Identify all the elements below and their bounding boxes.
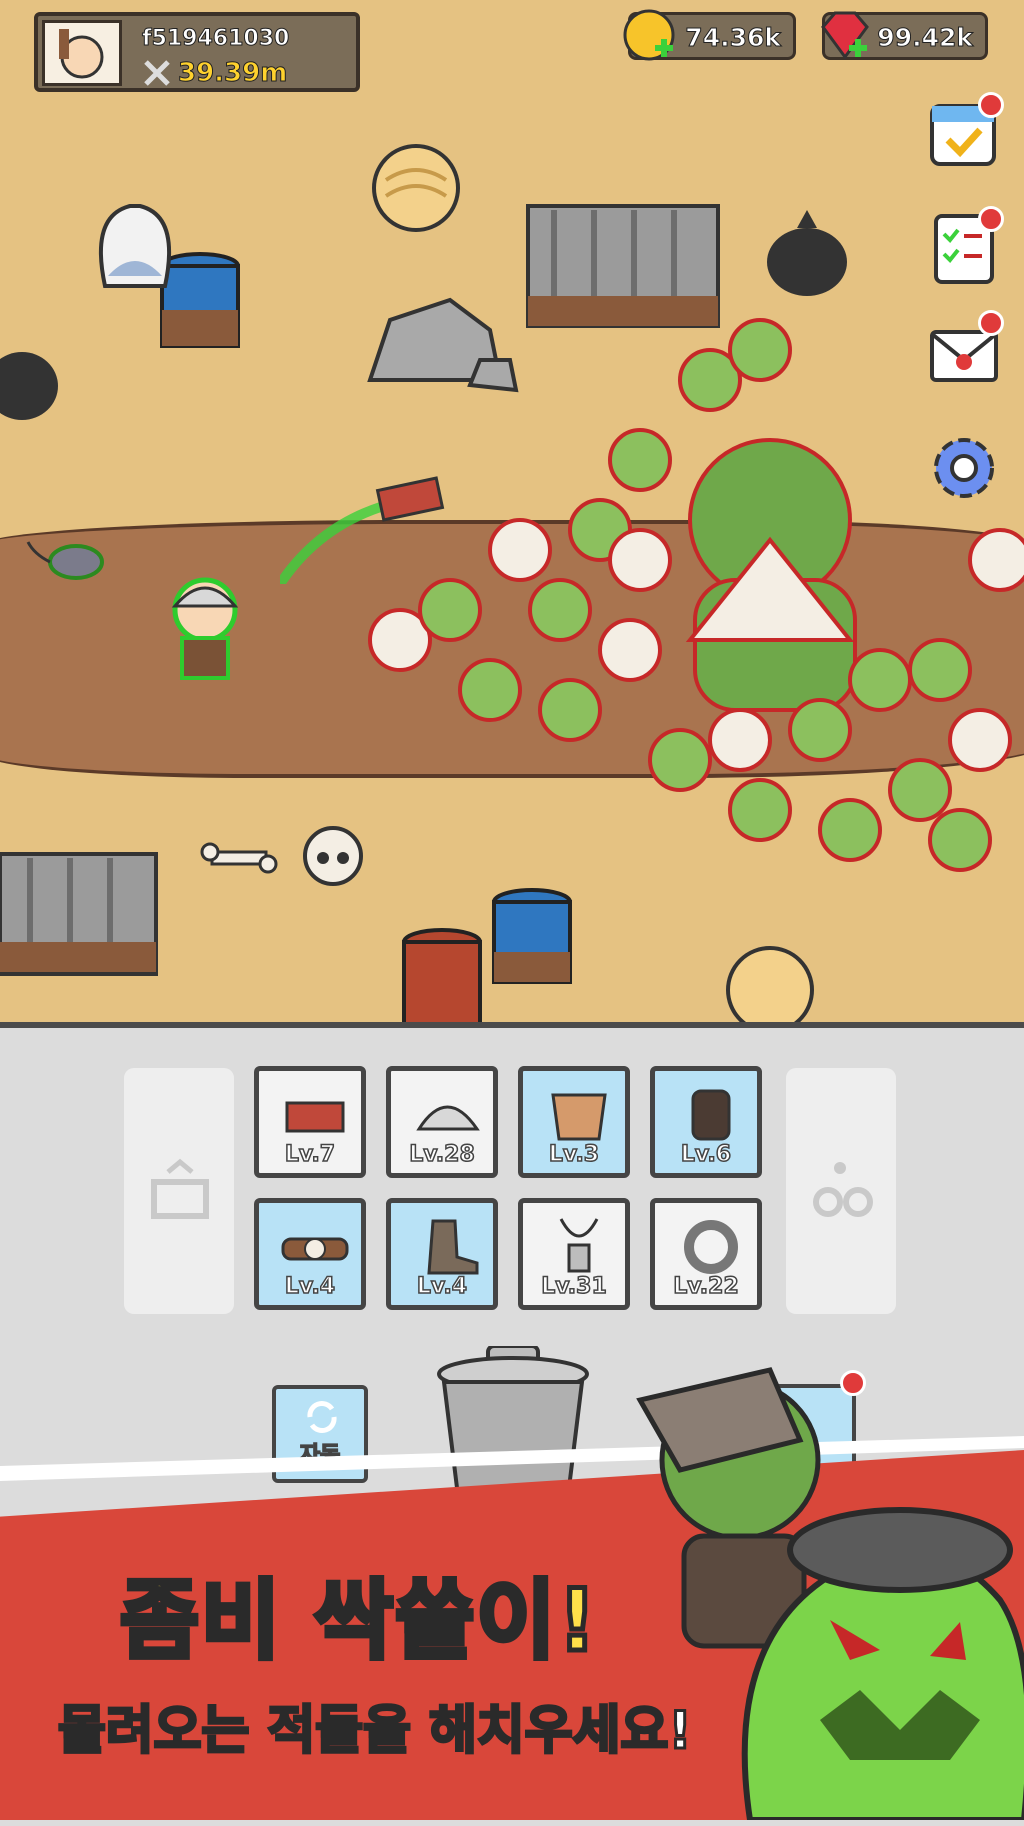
swords-icon bbox=[144, 60, 170, 86]
slot-level: Lv.6 bbox=[680, 1141, 732, 1168]
calendar-icon[interactable] bbox=[926, 92, 1004, 172]
slot-level: Lv.7 bbox=[284, 1141, 336, 1168]
trash-bag bbox=[767, 210, 847, 296]
crate-icon bbox=[151, 1158, 209, 1219]
slot-level: Lv.28 bbox=[408, 1141, 475, 1168]
coin-counter[interactable]: 74.36k bbox=[623, 9, 796, 61]
armor-icon bbox=[551, 1093, 607, 1141]
checklist-icon[interactable] bbox=[926, 206, 1004, 286]
equipment-slot-ring[interactable]: Lv.22 bbox=[650, 1198, 762, 1310]
slot-level: Lv.4 bbox=[284, 1273, 336, 1300]
helmet-icon bbox=[416, 1105, 480, 1131]
boot-icon bbox=[427, 1219, 479, 1275]
belt-icon bbox=[281, 1237, 349, 1261]
avatar[interactable] bbox=[42, 20, 122, 86]
equipment-slot-helmet[interactable]: Lv.28 bbox=[386, 1066, 498, 1178]
trash-bag bbox=[0, 352, 58, 420]
slot-level: Lv.22 bbox=[672, 1273, 739, 1300]
slot-level: Lv.3 bbox=[548, 1141, 600, 1168]
coin-icon bbox=[623, 9, 675, 61]
slot-level: Lv.4 bbox=[416, 1273, 468, 1300]
metal-fence bbox=[0, 852, 158, 976]
equipment-slot-armor[interactable]: Lv.3 bbox=[518, 1066, 630, 1178]
gem-value: 99.42k bbox=[877, 23, 974, 53]
gem-icon bbox=[821, 11, 869, 60]
hay-bale bbox=[372, 144, 460, 232]
white-sack bbox=[98, 204, 172, 288]
equipment-slot-boot[interactable]: Lv.4 bbox=[386, 1198, 498, 1310]
equipment-slot-brick[interactable]: Lv.7 bbox=[254, 1066, 366, 1178]
brick-icon bbox=[285, 1101, 345, 1133]
gear-icon[interactable] bbox=[926, 430, 1002, 506]
player-character bbox=[171, 577, 239, 680]
slot-level: Lv.31 bbox=[540, 1273, 607, 1300]
glove-icon bbox=[691, 1089, 731, 1141]
mail-icon[interactable] bbox=[926, 310, 1004, 392]
combat-power: 39.39m bbox=[177, 58, 288, 89]
locked-slot-right[interactable] bbox=[786, 1068, 896, 1314]
necklace-icon bbox=[559, 1218, 599, 1273]
rat bbox=[26, 541, 104, 580]
player-profile[interactable]: f519461030 39.39m bbox=[34, 12, 360, 92]
gem-counter[interactable]: 99.42k bbox=[821, 11, 988, 60]
user-id: f519461030 bbox=[141, 26, 290, 52]
bike-icon bbox=[813, 1162, 873, 1217]
bone bbox=[200, 842, 278, 874]
equipment-slot-glove[interactable]: Lv.6 bbox=[650, 1066, 762, 1178]
promo-title: 좀비 싹쓸이! bbox=[118, 1569, 600, 1674]
game-field bbox=[0, 0, 1024, 1022]
ring-icon bbox=[684, 1220, 738, 1274]
zombie-horde bbox=[368, 318, 1024, 872]
refresh-icon bbox=[307, 1401, 337, 1433]
equipment-slot-belt[interactable]: Lv.4 bbox=[254, 1198, 366, 1310]
locked-slot-left[interactable] bbox=[124, 1068, 234, 1314]
promo-subtitle: 몰려오는 적들을 해치우세요! bbox=[56, 1700, 693, 1763]
coin-value: 74.36k bbox=[685, 23, 782, 53]
equipment-slot-necklace[interactable]: Lv.31 bbox=[518, 1198, 630, 1310]
